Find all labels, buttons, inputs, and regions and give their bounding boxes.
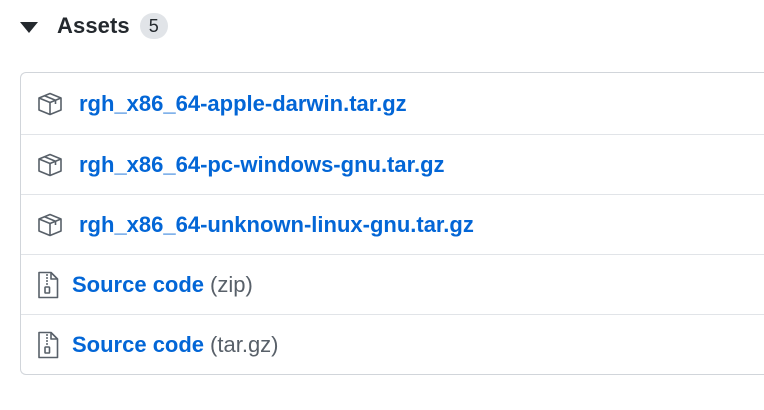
source-code-format: (zip) — [210, 271, 253, 297]
source-code-zip-link[interactable]: Source code — [72, 272, 204, 297]
asset-download-link[interactable]: rgh_x86_64-pc-windows-gnu.tar.gz — [79, 152, 445, 178]
source-code-text: Source code (tar.gz) — [72, 332, 279, 358]
asset-row: rgh_x86_64-pc-windows-gnu.tar.gz — [21, 134, 764, 194]
caret-down-icon — [20, 21, 38, 33]
asset-row: rgh_x86_64-apple-darwin.tar.gz — [21, 73, 764, 134]
file-zip-icon — [36, 330, 60, 360]
source-code-text: Source code (zip) — [72, 272, 253, 298]
asset-row: rgh_x86_64-unknown-linux-gnu.tar.gz — [21, 194, 764, 254]
source-code-row: Source code (tar.gz) — [21, 314, 764, 374]
assets-title: Assets — [57, 13, 130, 38]
source-code-format: (tar.gz) — [210, 331, 279, 357]
assets-toggle[interactable]: Assets 5 — [20, 8, 168, 44]
file-zip-icon — [36, 270, 60, 300]
asset-download-link[interactable]: rgh_x86_64-apple-darwin.tar.gz — [79, 91, 407, 117]
source-code-tar-link[interactable]: Source code — [72, 332, 204, 357]
source-code-row: Source code (zip) — [21, 254, 764, 314]
assets-list: rgh_x86_64-apple-darwin.tar.gz rgh_x86_6… — [20, 72, 764, 375]
package-icon — [36, 211, 64, 239]
assets-count-badge: 5 — [139, 13, 168, 39]
asset-download-link[interactable]: rgh_x86_64-unknown-linux-gnu.tar.gz — [79, 212, 474, 238]
package-icon — [36, 90, 64, 118]
package-icon — [36, 151, 64, 179]
